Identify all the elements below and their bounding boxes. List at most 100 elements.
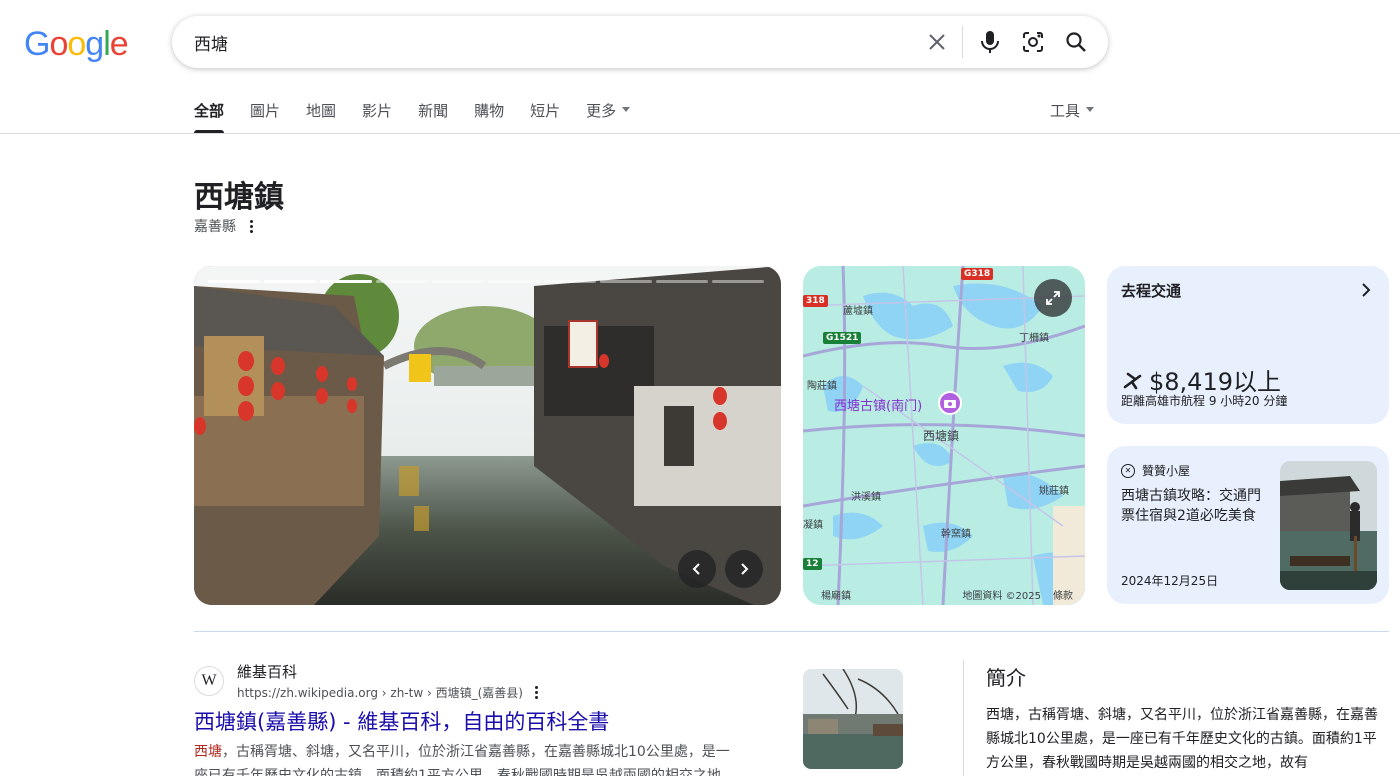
map-place-label: 丁柵鎮 (1019, 333, 1049, 344)
road-badge: G1521 (823, 332, 862, 344)
tab-videos[interactable]: 影片 (362, 100, 392, 133)
entity-subtitle: 嘉善縣 (194, 216, 253, 236)
map-place-label: 楊廟鎮 (821, 591, 851, 602)
map-place-label: 幹窯鎮 (941, 529, 971, 540)
source-favicon-icon: ✕ (1121, 463, 1135, 478)
tab-shopping[interactable]: 購物 (474, 100, 504, 133)
article-date: 2024年12月25日 (1121, 574, 1219, 588)
lens-icon[interactable] (1019, 28, 1047, 56)
progress-segment (544, 280, 596, 283)
result-url-text: https://zh.wikipedia.org › zh-tw › 西塘镇_(… (237, 686, 523, 700)
tab-label: 全部 (194, 102, 225, 120)
carousel-next-button[interactable] (725, 550, 763, 588)
result-title-link[interactable]: 西塘鎮(嘉善縣) - 維基百科，自由的百科全書 (194, 706, 609, 736)
tab-short-videos[interactable]: 短片 (530, 100, 560, 133)
search-tabs: 全部 圖片 地圖 影片 新聞 購物 短片 更多 (194, 100, 656, 134)
photo-carousel[interactable] (194, 266, 781, 605)
more-options-icon[interactable] (534, 686, 538, 699)
section-divider (194, 631, 1389, 632)
logo-letter: G (24, 25, 50, 63)
map-place-label: 姚莊鎮 (1039, 486, 1069, 497)
result-url[interactable]: https://zh.wikipedia.org › zh-tw › 西塘镇_(… (237, 684, 538, 701)
google-logo[interactable]: Google (24, 25, 129, 64)
entity-title: 西塘鎮 (194, 180, 284, 215)
tab-all[interactable]: 全部 (194, 100, 225, 133)
road-badge: 318 (803, 295, 828, 307)
progress-segment (712, 280, 764, 283)
map-place-label: 西塘鎮 (923, 429, 960, 443)
tab-label: 新聞 (418, 102, 449, 120)
snippet-highlight: 西塘 (194, 744, 222, 760)
tab-label: 圖片 (250, 102, 281, 120)
map-data-credit: 地圖資料 ©2025 (962, 591, 1041, 602)
tools-label: 工具 (1050, 102, 1081, 120)
road-badge: 12 (803, 558, 822, 570)
logo-letter: o (49, 25, 68, 63)
search-box[interactable] (172, 16, 1108, 68)
tab-more[interactable]: 更多 (586, 100, 631, 133)
mic-icon[interactable] (976, 28, 1004, 56)
search-icon[interactable] (1062, 28, 1090, 56)
tab-label: 影片 (362, 102, 393, 120)
carousel-prev-button[interactable] (678, 550, 716, 588)
map-place-label: 洪溪鎮 (851, 492, 881, 503)
map-attribution: 地圖資料 ©2025 條款 (962, 587, 1073, 602)
article-source-name: 贊贊小屋 (1142, 464, 1191, 478)
map-terms-link[interactable]: 條款 (1053, 587, 1073, 602)
article-thumbnail (1280, 461, 1377, 590)
article-title: 西塘古鎮攻略：交通門票住宿與2道必吃美食 (1121, 488, 1261, 524)
tab-label: 購物 (474, 102, 505, 120)
clear-icon[interactable] (923, 28, 951, 56)
carousel-progress (208, 280, 764, 283)
article-source: ✕ 贊贊小屋 (1121, 462, 1190, 479)
road-badge: G318 (961, 268, 994, 280)
tab-images[interactable]: 圖片 (250, 100, 280, 133)
result-thumbnail[interactable] (803, 669, 903, 769)
tab-news[interactable]: 新聞 (418, 100, 448, 133)
progress-segment (600, 280, 652, 283)
progress-segment (208, 280, 260, 283)
map-preview[interactable]: G318 318 G1521 12 蘆墟鎮 丁柵鎮 陶莊鎮 西塘古镇(南门) 西… (803, 266, 1085, 605)
article-card[interactable]: ✕ 贊贊小屋 西塘古鎮攻略：交通門票住宿與2道必吃美食 2024年12月25日 (1107, 446, 1389, 604)
progress-segment (488, 280, 540, 283)
wikipedia-favicon-icon[interactable]: W (194, 666, 224, 696)
result-site-name[interactable]: 維基百科 (237, 661, 297, 682)
tab-label: 短片 (530, 102, 561, 120)
chevron-down-icon (1086, 107, 1095, 112)
flight-detail: 距離高雄市航程 9 小時20 分鐘 (1121, 394, 1288, 408)
chevron-right-icon (1361, 282, 1371, 303)
more-options-icon[interactable] (250, 219, 253, 233)
entity-subtitle-text[interactable]: 嘉善縣 (194, 216, 236, 236)
progress-segment (264, 280, 316, 283)
chevron-down-icon (622, 107, 631, 112)
progress-segment (320, 280, 372, 283)
tab-label: 更多 (586, 102, 617, 120)
airplane-icon (1123, 372, 1142, 389)
logo-letter: e (109, 25, 129, 63)
search-divider (962, 26, 963, 58)
knowledge-panel-title: 簡介 (986, 666, 1026, 690)
logo-letter: o (67, 25, 86, 63)
flight-card[interactable]: 去程交通 $8,419以上 距離高雄市航程 9 小時20 分鐘 (1107, 266, 1389, 424)
tab-label: 地圖 (306, 102, 337, 120)
expand-map-button[interactable] (1034, 279, 1072, 317)
search-input[interactable] (194, 28, 894, 56)
tabs-divider (0, 133, 1400, 134)
progress-segment (376, 280, 428, 283)
tab-maps[interactable]: 地圖 (306, 100, 336, 133)
knowledge-panel-description: 西塘，古稱胥塘、斜塘，又名平川，位於浙江省嘉善縣，在嘉善縣城北10公里處，是一座… (986, 707, 1378, 771)
snippet-text: 座已有千年歷史文化的古鎮。面積約1平方公里，春秋戰國時期是吳越兩國的相交之地， (194, 768, 735, 776)
knowledge-panel-divider (963, 660, 964, 776)
camera-pin-icon[interactable] (938, 391, 962, 415)
flight-card-title: 去程交通 (1121, 282, 1182, 300)
progress-segment (432, 280, 484, 283)
tools-button[interactable]: 工具 (1050, 100, 1095, 121)
map-place-label: 凝鎮 (803, 520, 823, 531)
map-poi-label[interactable]: 西塘古镇(南门) (834, 395, 922, 414)
map-place-label: 陶莊鎮 (807, 381, 837, 392)
logo-letter: g (85, 25, 104, 63)
result-snippet: 西塘，古稱胥塘、斜塘，又名平川，位於浙江省嘉善縣，在嘉善縣城北10公里處，是一 … (194, 740, 780, 776)
progress-segment (656, 280, 708, 283)
map-place-label: 蘆墟鎮 (843, 306, 873, 317)
snippet-text: ，古稱胥塘、斜塘，又名平川，位於浙江省嘉善縣，在嘉善縣城北10公里處，是一 (222, 744, 730, 760)
